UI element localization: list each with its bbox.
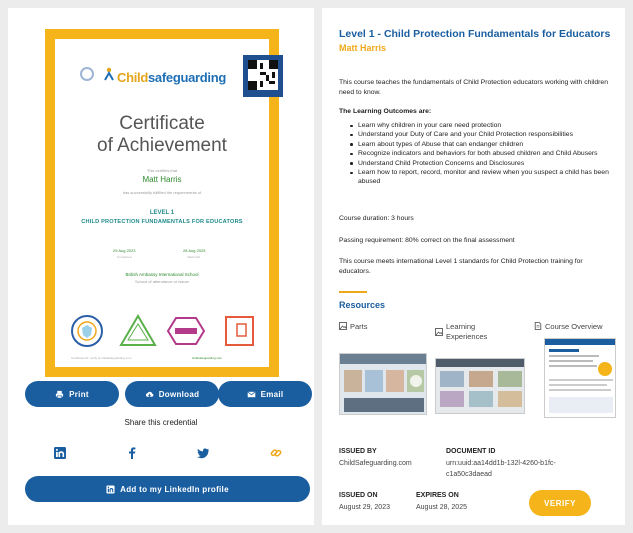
issued-by-value: ChildSafeguarding.com bbox=[339, 460, 412, 467]
certificate-subtitle: of Achievement bbox=[97, 135, 227, 156]
download-label: Download bbox=[158, 389, 200, 399]
add-to-linkedin-label: Add to my LinkedIn profile bbox=[120, 484, 229, 494]
email-button[interactable]: Email bbox=[218, 381, 312, 407]
valid-until-date: 28 Aug 2025 bbox=[183, 248, 206, 253]
overview-preview-image bbox=[545, 339, 615, 417]
qr-code-icon bbox=[248, 60, 278, 90]
certificate-title: Certificate bbox=[119, 113, 205, 134]
list-item: Recognize indicators and behaviors for b… bbox=[350, 149, 616, 158]
resources-heading: Resources bbox=[339, 300, 386, 310]
completion-date-label: Completed bbox=[117, 255, 132, 259]
document-icon bbox=[534, 322, 542, 330]
brand-logo: Childsafeguarding bbox=[117, 70, 227, 85]
resource-parts-label: Parts bbox=[350, 322, 368, 331]
resource-parts-link[interactable]: Parts bbox=[339, 322, 368, 331]
parts-thumbnail[interactable] bbox=[339, 353, 427, 415]
list-item: Understand Child Protection Concerns and… bbox=[350, 159, 616, 168]
course-title: Level 1 - Child Protection Fundamentals … bbox=[339, 28, 611, 40]
learning-experiences-thumbnail[interactable] bbox=[435, 358, 525, 414]
verify-button[interactable]: VERIFY bbox=[529, 490, 591, 516]
share-label: Share this credential bbox=[124, 418, 198, 427]
course-name: CHILD PROTECTION FUNDAMENTALS FOR EDUCAT… bbox=[81, 219, 243, 225]
course-level: LEVEL 1 bbox=[149, 210, 175, 216]
completion-date: 29 Aug 2023 bbox=[113, 248, 136, 253]
issued-on-label: ISSUED ON bbox=[339, 492, 378, 499]
accreditation-badges bbox=[71, 314, 254, 347]
certificate-panel: Childsafeguarding Certificate of Achieve… bbox=[8, 8, 314, 525]
resource-learning-label: Learning Experiences bbox=[446, 322, 488, 341]
linkedin-icon bbox=[106, 484, 115, 494]
list-item: Learn about types of Abuse that can enda… bbox=[350, 140, 616, 149]
passing-requirement: Passing requirement: 80% correct on the … bbox=[339, 237, 515, 244]
resources-divider bbox=[339, 291, 367, 293]
valid-until-label: Valid until bbox=[187, 255, 200, 259]
school-sub: School of attendance or issuer bbox=[134, 279, 190, 284]
school-name: British Ambassy International School bbox=[125, 272, 199, 277]
facebook-share-icon[interactable] bbox=[125, 446, 139, 460]
certificate-footer-right: childsafeguarding.com bbox=[192, 356, 223, 360]
expires-on-label: EXPIRES ON bbox=[416, 492, 459, 499]
course-intro: This course teaches the fundamentals of … bbox=[339, 79, 608, 96]
certificate-body: Childsafeguarding Certificate of Achieve… bbox=[55, 39, 283, 367]
twitter-share-icon[interactable] bbox=[196, 446, 210, 460]
list-item: Learn why children in your care need pro… bbox=[350, 121, 616, 130]
list-item: Learn how to report, record, monitor and… bbox=[350, 168, 616, 187]
completed-text: has successfully fulfilled the requireme… bbox=[122, 190, 202, 195]
outcomes-list: Learn why children in your care need pro… bbox=[350, 121, 616, 187]
certificate-footer-left: Certificate ID: verify at childsafeguard… bbox=[71, 356, 132, 360]
learning-preview-image bbox=[436, 359, 524, 413]
outcomes-heading: The Learning Outcomes are: bbox=[339, 108, 432, 115]
document-id-label: DOCUMENT ID bbox=[446, 448, 496, 455]
partner-logo-icon bbox=[80, 67, 94, 81]
resource-overview-label: Course Overview bbox=[545, 322, 603, 331]
qr-code[interactable] bbox=[243, 55, 283, 97]
resource-overview-link[interactable]: Course Overview bbox=[534, 322, 603, 331]
course-standard: This course meets international Level 1 … bbox=[339, 258, 583, 275]
image-icon bbox=[339, 322, 347, 330]
certificate-image: Childsafeguarding Certificate of Achieve… bbox=[45, 29, 283, 377]
awarded-to-text: This certifies that bbox=[146, 168, 178, 173]
recipient-name: Matt Harris bbox=[142, 175, 182, 184]
copy-link-icon[interactable] bbox=[269, 446, 283, 460]
course-overview-thumbnail[interactable] bbox=[544, 338, 616, 418]
list-item: Understand your Duty of Care and your Ch… bbox=[350, 130, 616, 139]
issued-by-label: ISSUED BY bbox=[339, 448, 377, 455]
resource-learning-link[interactable]: Learning Experiences bbox=[435, 322, 515, 342]
cloud-download-icon bbox=[145, 391, 154, 397]
course-details-panel: Level 1 - Child Protection Fundamentals … bbox=[322, 8, 625, 525]
issued-on-value: August 29, 2023 bbox=[339, 504, 390, 511]
print-label: Print bbox=[69, 389, 89, 399]
learner-name: Matt Harris bbox=[339, 43, 387, 53]
envelope-icon bbox=[247, 391, 256, 397]
add-to-linkedin-button[interactable]: Add to my LinkedIn profile bbox=[25, 476, 310, 502]
linkedin-share-icon[interactable] bbox=[53, 446, 67, 460]
parts-preview-image bbox=[340, 354, 426, 414]
print-button[interactable]: Print bbox=[25, 381, 119, 407]
expires-on-value: August 28, 2025 bbox=[416, 504, 467, 511]
course-duration: Course duration: 3 hours bbox=[339, 215, 414, 222]
printer-icon bbox=[56, 390, 64, 398]
image-icon bbox=[435, 328, 443, 336]
download-button[interactable]: Download bbox=[125, 381, 219, 407]
document-id-value-line-1: urn:uuid:aa14dd1b-132l-4260-b1fc- bbox=[446, 460, 556, 467]
document-id-value-line-2: c1a50c3daead bbox=[446, 471, 492, 478]
email-label: Email bbox=[260, 389, 284, 399]
